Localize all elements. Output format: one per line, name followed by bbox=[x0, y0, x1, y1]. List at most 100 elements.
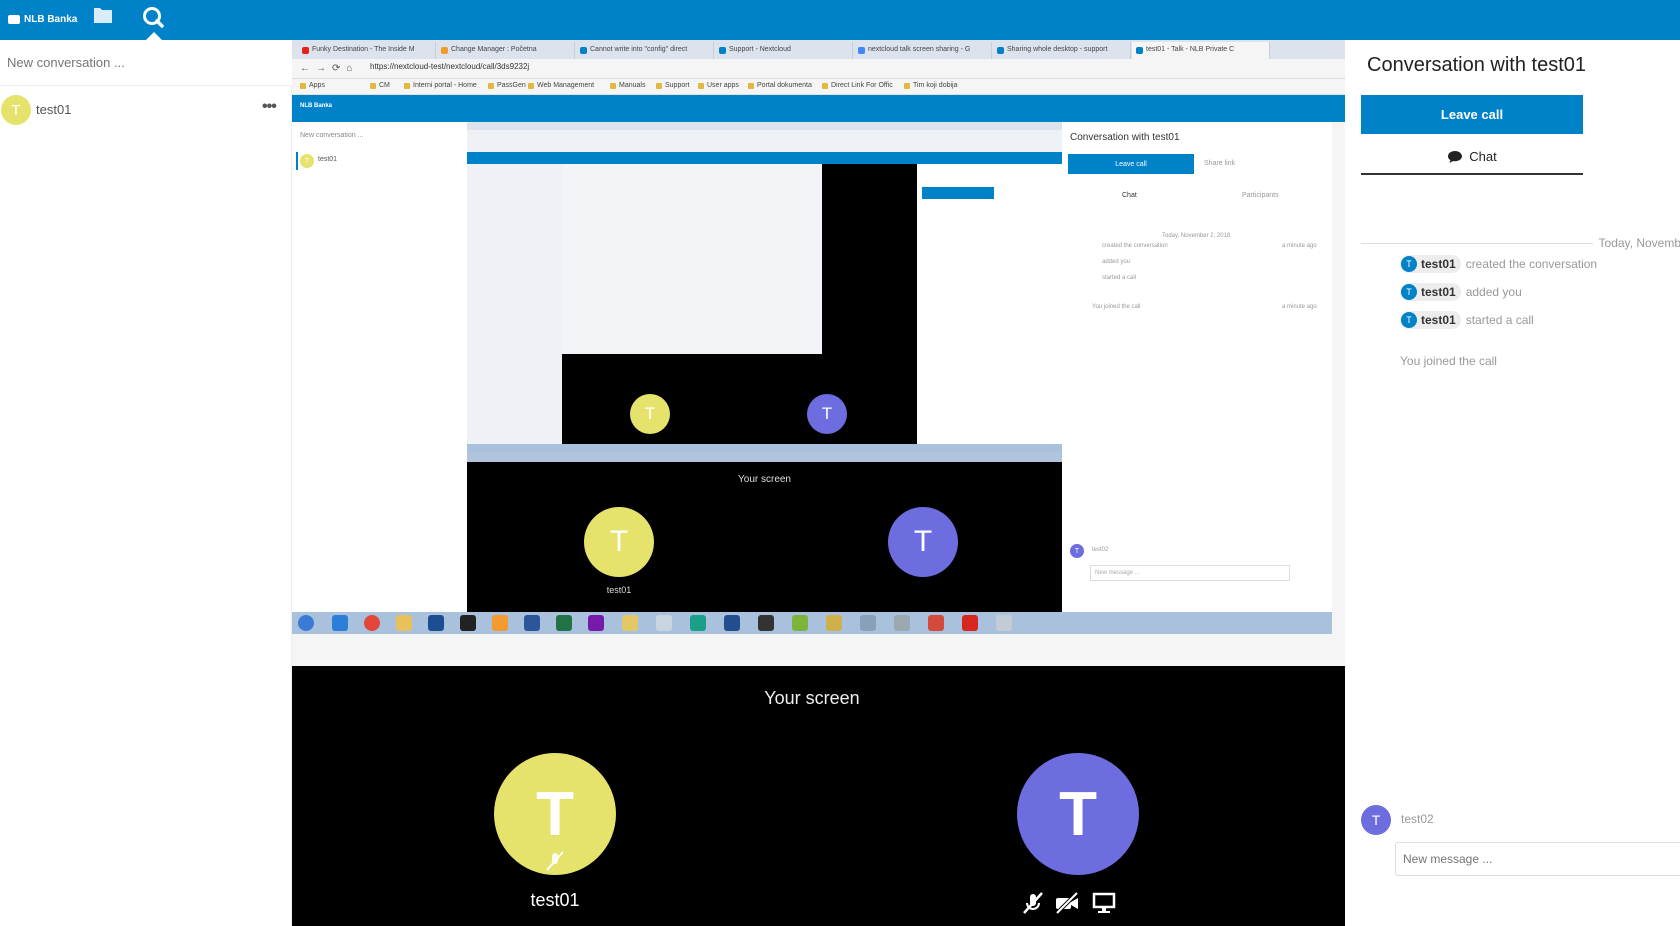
participant-name-self: test01 bbox=[530, 890, 580, 910]
inner-conversation-item: T test01 bbox=[296, 152, 467, 170]
explorer-icon[interactable] bbox=[396, 615, 412, 631]
bookmark[interactable]: Direct Link For Offic bbox=[822, 82, 893, 89]
nested-shared-screen: T T bbox=[467, 122, 1062, 452]
browser-tab-strip: Funky Destination - The Inside M Change … bbox=[292, 40, 1412, 59]
chrome-icon[interactable] bbox=[364, 615, 380, 631]
inner-conversation-name: test01 bbox=[318, 156, 338, 163]
inner-chat-sidebar: Conversation with test01 Leave call Shar… bbox=[1062, 122, 1332, 612]
app-icon[interactable] bbox=[758, 615, 774, 631]
bookmark[interactable]: Support bbox=[656, 82, 690, 89]
inner-new-conversation: New conversation ... bbox=[300, 132, 364, 139]
user-mention[interactable]: T test01 bbox=[1400, 255, 1461, 273]
system-message-text: started a call bbox=[1465, 313, 1534, 327]
mention-avatar: T bbox=[1401, 256, 1417, 272]
cmd-icon[interactable] bbox=[460, 615, 476, 631]
bookmark[interactable]: Web Management bbox=[528, 82, 594, 89]
app-icon[interactable] bbox=[792, 615, 808, 631]
bookmark[interactable]: Tim koji dobija bbox=[904, 82, 957, 89]
participant-avatar-other: T bbox=[1017, 753, 1139, 875]
new-conversation-input[interactable] bbox=[0, 40, 292, 86]
inner-chat-tab: Chat bbox=[1122, 192, 1137, 199]
files-folder-icon[interactable] bbox=[93, 6, 113, 24]
leave-call-button[interactable]: Leave call bbox=[1361, 95, 1583, 134]
word-icon[interactable] bbox=[524, 615, 540, 631]
bookmark[interactable]: Interni portal - Home bbox=[404, 82, 477, 89]
call-stage: Funky Destination - The Inside M Change … bbox=[292, 40, 1412, 926]
top-header: NLB Banka bbox=[0, 0, 1680, 40]
bookmark[interactable]: User apps bbox=[698, 82, 739, 89]
app-icon[interactable] bbox=[894, 615, 910, 631]
inner-conversation-title: Conversation with test01 bbox=[1070, 132, 1180, 143]
browser-nav-icons[interactable]: ←→⟳⌂ bbox=[300, 63, 358, 74]
mic-muted-icon[interactable] bbox=[1020, 892, 1046, 914]
conversation-avatar: T bbox=[1, 95, 31, 125]
system-message-text: created the conversation bbox=[1465, 257, 1598, 271]
self-avatar: T bbox=[1361, 805, 1391, 835]
system-message: T test01 added you bbox=[1400, 282, 1522, 302]
app-icon[interactable] bbox=[656, 615, 672, 631]
inner-header: NLB Banka bbox=[292, 95, 1412, 122]
chat-bubble-icon bbox=[1448, 150, 1463, 163]
user-mention[interactable]: T test01 bbox=[1400, 311, 1461, 329]
browser-address-bar: ←→⟳⌂ https://nextcloud-test/nextcloud/ca… bbox=[292, 59, 1412, 79]
app-icon[interactable] bbox=[860, 615, 876, 631]
acrobat-icon[interactable] bbox=[962, 615, 978, 631]
inner-participant-name: test01 bbox=[606, 585, 632, 595]
video-off-icon[interactable] bbox=[1054, 892, 1080, 914]
active-app-caret bbox=[146, 32, 162, 40]
bookmark[interactable]: CM bbox=[370, 82, 390, 89]
app-icon[interactable] bbox=[928, 615, 944, 631]
inner-participant-avatar-other: T bbox=[888, 507, 958, 577]
inner-message-time: a minute ago bbox=[1282, 243, 1317, 249]
browser-tab[interactable]: Change Manager : Početna bbox=[437, 42, 575, 59]
app-logo[interactable]: NLB Banka bbox=[8, 10, 77, 28]
screen-share-icon[interactable] bbox=[1091, 892, 1117, 914]
browser-tab[interactable]: nextcloud talk screen sharing - G bbox=[854, 42, 992, 59]
conversation-list-sidebar: T test01 ••• bbox=[0, 40, 292, 926]
system-message: T test01 started a call bbox=[1400, 310, 1534, 330]
nested-taskbar bbox=[467, 452, 1062, 462]
inner-participants-tab: Participants bbox=[1242, 192, 1279, 199]
date-separator-text: Today, Novemb bbox=[1598, 236, 1680, 250]
browser-tab[interactable]: Cannot write into "config" direct bbox=[576, 42, 714, 59]
powershell-icon[interactable] bbox=[428, 615, 444, 631]
bookmark[interactable]: Portal dokumenta bbox=[748, 82, 812, 89]
app-icon[interactable] bbox=[622, 615, 638, 631]
self-name: test02 bbox=[1401, 812, 1434, 826]
chat-tab-label: Chat bbox=[1469, 149, 1497, 164]
app-icon[interactable] bbox=[826, 615, 842, 631]
browser-tab[interactable]: Sharing whole desktop - support bbox=[993, 42, 1131, 59]
chat-sidebar: Conversation with test01 Leave call Chat… bbox=[1345, 40, 1680, 926]
ie-icon[interactable] bbox=[332, 615, 348, 631]
app-icon[interactable] bbox=[996, 615, 1012, 631]
inner-avatar: T bbox=[300, 154, 314, 168]
logo-text: NLB Banka bbox=[24, 13, 78, 25]
inner-message-input: New message ... bbox=[1090, 565, 1290, 581]
bookmark[interactable]: PassGen bbox=[488, 82, 526, 89]
address-url[interactable]: https://nextcloud-test/nextcloud/call/3d… bbox=[370, 62, 529, 71]
talk-search-icon[interactable] bbox=[141, 5, 165, 29]
excel-icon[interactable] bbox=[556, 615, 572, 631]
conversation-menu-button[interactable]: ••• bbox=[262, 98, 277, 116]
tab-chat[interactable]: Chat bbox=[1361, 140, 1583, 175]
bookmark[interactable]: Apps bbox=[300, 82, 325, 89]
browser-tab-active[interactable]: test01 - Talk - NLB Private C bbox=[1132, 42, 1270, 59]
app-icon[interactable] bbox=[724, 615, 740, 631]
app-icon[interactable] bbox=[690, 615, 706, 631]
inner-message: added you bbox=[1102, 259, 1131, 265]
user-mention[interactable]: T test01 bbox=[1400, 283, 1461, 301]
start-button-icon[interactable] bbox=[298, 615, 314, 631]
inner-date-separator: Today, November 2, 2018 bbox=[1162, 233, 1231, 239]
browser-tab[interactable]: Support - Nextcloud bbox=[715, 42, 853, 59]
onenote-icon[interactable] bbox=[588, 615, 604, 631]
browser-tab[interactable]: Funky Destination - The Inside M bbox=[298, 42, 436, 59]
outlook-icon[interactable] bbox=[492, 615, 508, 631]
mention-name: test01 bbox=[1421, 257, 1456, 271]
message-input[interactable] bbox=[1395, 842, 1680, 876]
conversation-item-test01[interactable]: T test01 ••• bbox=[0, 90, 292, 132]
inner-call-stage: T T Your screen T T test01 bbox=[467, 122, 1062, 612]
inner-self-avatar: T bbox=[1070, 544, 1084, 558]
conversation-title: Conversation with test01 bbox=[1367, 54, 1587, 76]
bookmark[interactable]: Manuals bbox=[610, 82, 645, 89]
inner-leave-call-button: Leave call bbox=[1068, 154, 1194, 174]
